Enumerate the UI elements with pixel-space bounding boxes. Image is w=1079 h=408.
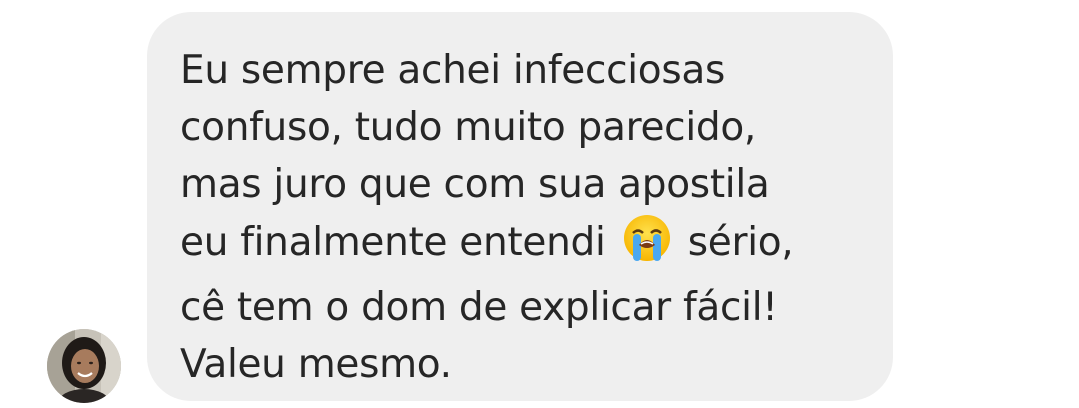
message-line-3: mas juro que com sua apostila: [180, 162, 770, 207]
loudly-crying-face-icon: [622, 213, 672, 279]
message-line-4-text-after: sério,: [687, 220, 794, 265]
user-avatar-icon: [47, 329, 121, 403]
message-line-2: confuso, tudo muito parecido,: [180, 105, 756, 150]
message-line-4: eu finalmente entendi sério,: [180, 213, 873, 279]
message-line-6: Valeu mesmo.: [180, 342, 452, 387]
message-line-1: Eu sempre achei infecciosas: [180, 48, 725, 93]
message-line-5: cê tem o dom de explicar fácil!: [180, 285, 778, 330]
message-bubble[interactable]: Eu sempre achei infecciosas confuso, tud…: [147, 12, 893, 401]
message-line-4-text-before: eu finalmente entendi: [180, 220, 606, 265]
user-avatar[interactable]: [47, 329, 121, 403]
